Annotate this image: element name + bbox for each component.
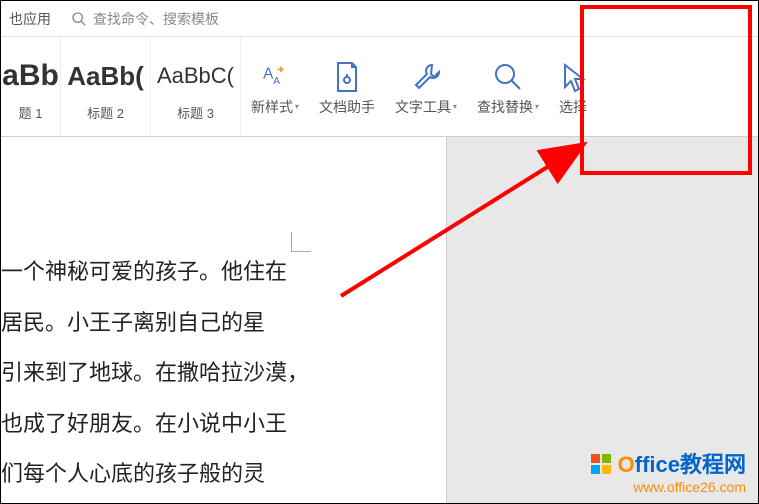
style-preview: AaBbC(: [157, 51, 234, 101]
button-label: 文字工具: [395, 97, 451, 117]
style-gallery: aBb 题 1 AaBb( 标题 2 AaBbC( 标题 3: [1, 37, 241, 136]
style-heading-3[interactable]: AaBbC( 标题 3: [151, 37, 241, 136]
top-bar: 也应用 查找命令、搜索模板: [1, 1, 758, 37]
caret-icon: ▾: [295, 102, 299, 111]
watermark-url: www.office26.com: [590, 479, 747, 495]
caret-icon: ▾: [453, 102, 457, 111]
find-replace-button[interactable]: 查找替换▾: [467, 37, 549, 136]
ribbon: aBb 题 1 AaBb( 标题 2 AaBbC( 标题 3 A A 新样式▾: [1, 37, 758, 137]
watermark-brand: Office教程网: [590, 447, 747, 479]
svg-text:A: A: [273, 75, 280, 86]
select-button[interactable]: 选择: [549, 37, 587, 136]
app-label: 也应用: [9, 9, 51, 29]
button-label: 新样式: [251, 97, 293, 117]
style-heading-2[interactable]: AaBb( 标题 2: [61, 37, 151, 136]
wrench-icon: [410, 57, 442, 97]
logo-icon: [590, 453, 612, 475]
watermark: Office教程网 www.office26.com: [590, 447, 747, 495]
doc-helper-icon: [332, 57, 362, 97]
caret-icon: ▾: [535, 102, 539, 111]
new-style-button[interactable]: A A 新样式▾: [241, 37, 309, 136]
style-label: 标题 3: [177, 103, 214, 122]
style-heading-1[interactable]: aBb 题 1: [1, 37, 61, 136]
cursor-icon: [559, 57, 587, 97]
style-preview: aBb: [2, 51, 59, 101]
search-icon: [71, 11, 87, 27]
button-label: 查找替换: [477, 97, 533, 117]
style-label: 标题 2: [87, 103, 124, 122]
button-label: 文档助手: [319, 97, 375, 117]
doc-line: 引来到了地球。在撒哈拉沙漠，: [1, 348, 446, 399]
command-search[interactable]: 查找命令、搜索模板: [71, 9, 219, 29]
doc-line: 一个神秘可爱的孩子。他住在: [1, 247, 446, 298]
doc-line: 也成了好朋友。在小说中小王: [1, 399, 446, 450]
document-page[interactable]: 一个神秘可爱的孩子。他住在 居民。小王子离别自己的星 引来到了地球。在撒哈拉沙漠…: [1, 137, 446, 503]
style-label: 题 1: [19, 103, 43, 122]
page-margin-corner: [291, 232, 311, 252]
search-placeholder: 查找命令、搜索模板: [93, 9, 219, 29]
new-style-icon: A A: [258, 57, 292, 97]
text-tools-button[interactable]: 文字工具▾: [385, 37, 467, 136]
style-preview: AaBb(: [67, 51, 144, 101]
magnifier-icon: [491, 57, 525, 97]
doc-line: 居民。小王子离别自己的星: [1, 298, 446, 349]
svg-text:A: A: [263, 65, 274, 82]
button-label: 选择: [559, 97, 587, 117]
doc-helper-button[interactable]: 文档助手: [309, 37, 385, 136]
doc-line: 们每个人心底的孩子般的灵: [1, 449, 446, 500]
